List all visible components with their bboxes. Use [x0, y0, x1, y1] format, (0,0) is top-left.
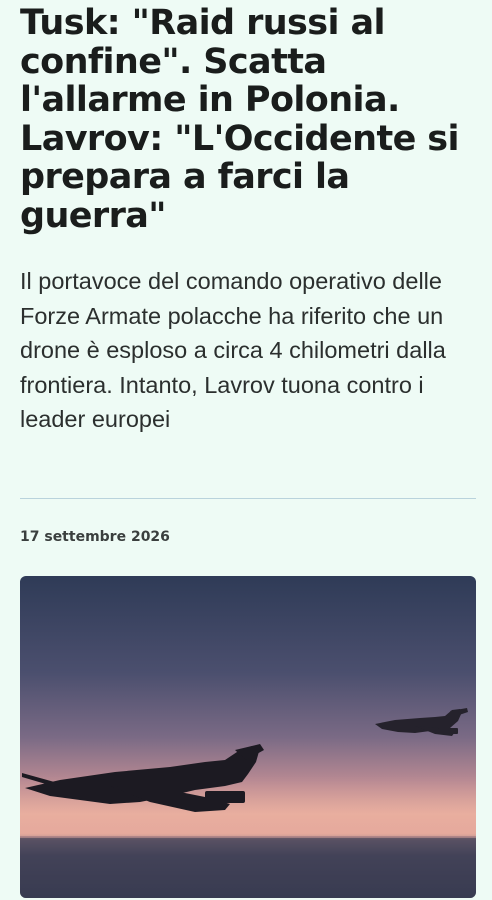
fighter-jets-sunset-image — [20, 576, 476, 898]
article-container: Tusk: "Raid russi al confine". Scatta l'… — [0, 0, 492, 900]
divider — [20, 498, 476, 499]
article-date: 17 settembre 2026 — [20, 529, 170, 545]
article-hero-image[interactable] — [20, 576, 476, 898]
article-summary: Il portavoce del comando operativo delle… — [20, 268, 446, 432]
article-headline: Tusk: "Raid russi al confine". Scatta l'… — [20, 3, 460, 236]
